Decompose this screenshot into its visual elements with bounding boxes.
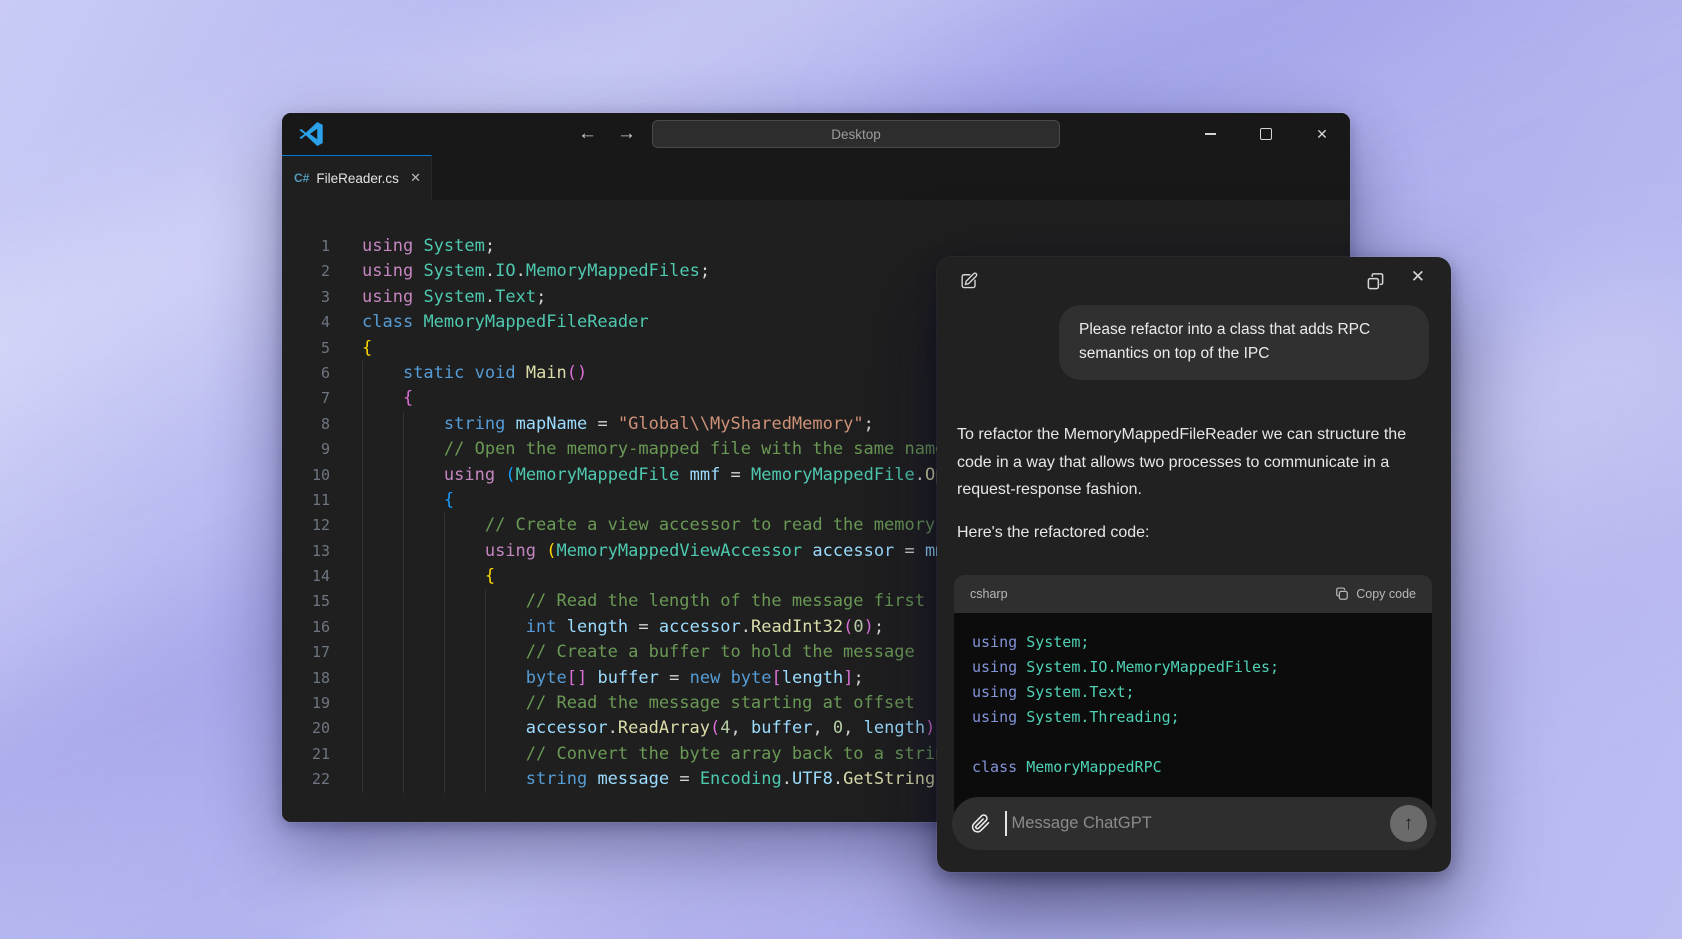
line-content: using System; bbox=[362, 236, 496, 256]
forward-icon[interactable]: → bbox=[617, 123, 636, 145]
code-line: 1 using System; bbox=[282, 234, 1350, 259]
back-icon[interactable]: ← bbox=[578, 123, 597, 145]
line-content: { bbox=[362, 337, 373, 358]
code-line: using System.Text; bbox=[972, 683, 1135, 701]
line-number: 8 bbox=[320, 414, 330, 433]
chatgpt-window: ✕ Please refactor into a class that adds… bbox=[936, 256, 1452, 873]
minimize-button[interactable] bbox=[1182, 113, 1238, 155]
line-number: 19 bbox=[311, 694, 330, 713]
vscode-search-label: Desktop bbox=[831, 126, 881, 142]
code-line: using System.Threading; bbox=[972, 708, 1180, 726]
line-content: // Create a view accessor to read the me… bbox=[484, 515, 936, 536]
vscode-titlebar[interactable]: ← → Desktop ✕ bbox=[282, 113, 1350, 155]
line-content: accessor.ReadArray(4, buffer, 0, length)… bbox=[525, 718, 946, 739]
line-number: 3 bbox=[320, 287, 330, 306]
line-number: 16 bbox=[311, 617, 330, 636]
minimize-icon bbox=[1204, 133, 1216, 135]
message-input[interactable]: Message ChatGPT ↑ bbox=[952, 797, 1436, 850]
line-number: 12 bbox=[311, 516, 330, 535]
input-placeholder: Message ChatGPT bbox=[1011, 814, 1152, 832]
line-number: 9 bbox=[320, 440, 330, 459]
line-number: 7 bbox=[320, 389, 330, 408]
line-number: 10 bbox=[311, 465, 330, 484]
line-content: // Read the message starting at offset bbox=[525, 693, 915, 714]
copy-icon bbox=[1336, 587, 1349, 600]
code-line: class MemoryMappedRPC bbox=[972, 758, 1162, 776]
code-line: using System; bbox=[972, 633, 1090, 651]
line-content: int length = accessor.ReadInt32(0); bbox=[525, 616, 885, 637]
csharp-file-icon: C# bbox=[294, 171, 310, 185]
line-number: 1 bbox=[320, 237, 330, 255]
new-chat-button[interactable] bbox=[959, 271, 979, 291]
code-block-header: csharp Copy code bbox=[954, 575, 1432, 613]
vscode-tab-bar: C# FileReader.cs ✕ ⋯ bbox=[282, 155, 1350, 229]
vscode-nav-arrows: ← → bbox=[578, 113, 636, 155]
line-number: 2 bbox=[320, 262, 330, 281]
desktop-wallpaper: ← → Desktop ✕ C# FileReader.cs ✕ 1 using… bbox=[0, 0, 1682, 939]
popout-button[interactable] bbox=[1366, 272, 1385, 291]
line-number: 5 bbox=[320, 338, 330, 357]
line-content: { bbox=[484, 566, 496, 587]
line-content: string mapName = "Global\\MySharedMemory… bbox=[443, 413, 874, 434]
code-block: csharp Copy code using System; using Syst… bbox=[954, 575, 1432, 827]
line-content: class MemoryMappedFileReader bbox=[362, 312, 649, 333]
copy-code-button[interactable]: Copy code bbox=[1335, 587, 1416, 601]
send-button[interactable]: ↑ bbox=[1390, 805, 1427, 842]
vscode-logo-icon bbox=[299, 122, 323, 146]
line-number: 21 bbox=[311, 744, 330, 763]
line-content: // Read the length of the message first bbox=[525, 591, 925, 612]
line-number: 18 bbox=[311, 668, 330, 687]
line-number: 11 bbox=[311, 490, 330, 509]
user-message-bubble: Please refactor into a class that adds R… bbox=[1059, 305, 1429, 380]
line-content: using System.Text; bbox=[362, 286, 547, 307]
text-cursor bbox=[1005, 811, 1007, 836]
code-line: using System.IO.MemoryMappedFiles; bbox=[972, 658, 1280, 676]
line-number: 6 bbox=[320, 363, 330, 382]
tab-close-icon[interactable]: ✕ bbox=[410, 170, 421, 186]
user-message-text: Please refactor into a class that adds R… bbox=[1079, 321, 1371, 363]
line-content: // Convert the byte array back to a stri… bbox=[525, 743, 956, 764]
line-content: { bbox=[443, 489, 455, 510]
maximize-button[interactable] bbox=[1238, 113, 1294, 155]
line-number: 22 bbox=[311, 770, 330, 789]
line-content: byte[] buffer = new byte[length]; bbox=[525, 667, 864, 688]
copy-code-label: Copy code bbox=[1356, 587, 1416, 601]
compose-icon bbox=[961, 272, 978, 289]
line-content: static void Main() bbox=[402, 362, 588, 383]
popout-icon bbox=[1367, 273, 1384, 290]
line-content: // Open the memory-mapped file with the … bbox=[443, 439, 946, 460]
close-window-button[interactable]: ✕ bbox=[1294, 113, 1350, 155]
line-number: 13 bbox=[311, 541, 330, 560]
close-icon: ✕ bbox=[1410, 267, 1425, 286]
send-arrow-icon: ↑ bbox=[1403, 812, 1414, 834]
line-number: 17 bbox=[311, 643, 330, 662]
close-chatgpt-button[interactable]: ✕ bbox=[1411, 267, 1425, 287]
line-content: { bbox=[402, 388, 414, 409]
tab-filereader[interactable]: C# FileReader.cs ✕ bbox=[282, 155, 432, 200]
line-number: 15 bbox=[311, 592, 330, 611]
close-icon: ✕ bbox=[1316, 125, 1328, 142]
line-number: 14 bbox=[311, 567, 330, 586]
line-number: 4 bbox=[320, 313, 330, 332]
line-content: using System.IO.MemoryMappedFiles; bbox=[362, 261, 711, 282]
vscode-search-box[interactable]: Desktop bbox=[652, 120, 1060, 148]
attachment-icon[interactable] bbox=[970, 813, 991, 834]
line-content: // Create a buffer to hold the message bbox=[525, 642, 915, 663]
vscode-window-controls: ✕ bbox=[1182, 113, 1350, 155]
tab-label: FileReader.cs bbox=[316, 170, 399, 186]
code-block-body: using System; using System.IO.MemoryMappe… bbox=[954, 613, 1432, 797]
line-content: string message = Encoding.UTF8.GetString… bbox=[525, 769, 1028, 790]
assistant-response-lead: Here's the refactored code: bbox=[957, 524, 1150, 541]
line-number: 20 bbox=[311, 719, 330, 738]
maximize-icon bbox=[1260, 128, 1272, 140]
assistant-response-text: To refactor the MemoryMappedFileReader w… bbox=[957, 426, 1407, 499]
code-language-label: csharp bbox=[970, 587, 1008, 601]
